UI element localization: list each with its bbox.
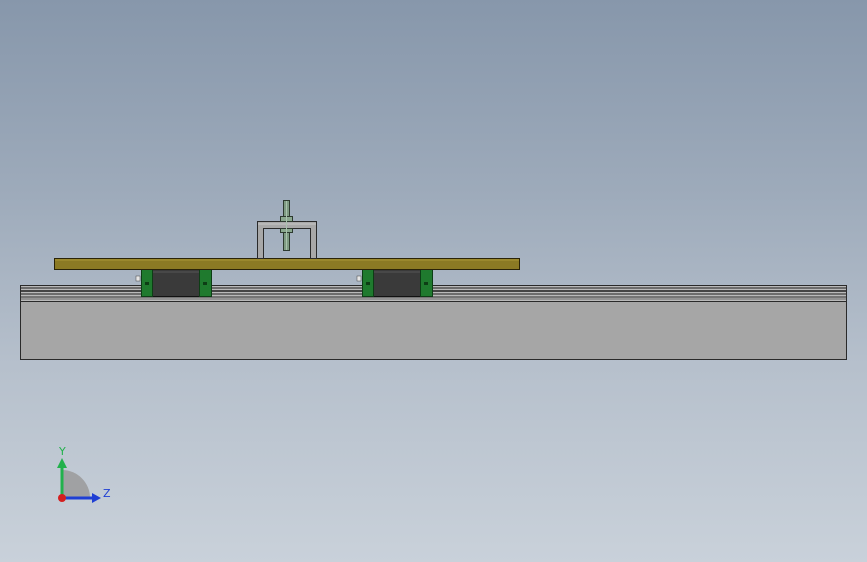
bearing-block-left[interactable] [135, 269, 212, 297]
triad-plane-icon [62, 470, 90, 498]
z-axis-label: Z [103, 487, 111, 500]
x-axis-dot-icon [58, 494, 66, 502]
carriage-plate[interactable] [54, 258, 520, 270]
graphics-viewport[interactable]: Y Z [0, 0, 867, 562]
base-block[interactable] [20, 301, 847, 360]
model-scene[interactable]: Y Z [0, 0, 867, 562]
coordinate-triad: Y Z [57, 445, 111, 503]
y-axis-label: Y [58, 445, 66, 458]
bearing-block-right[interactable] [356, 269, 433, 297]
